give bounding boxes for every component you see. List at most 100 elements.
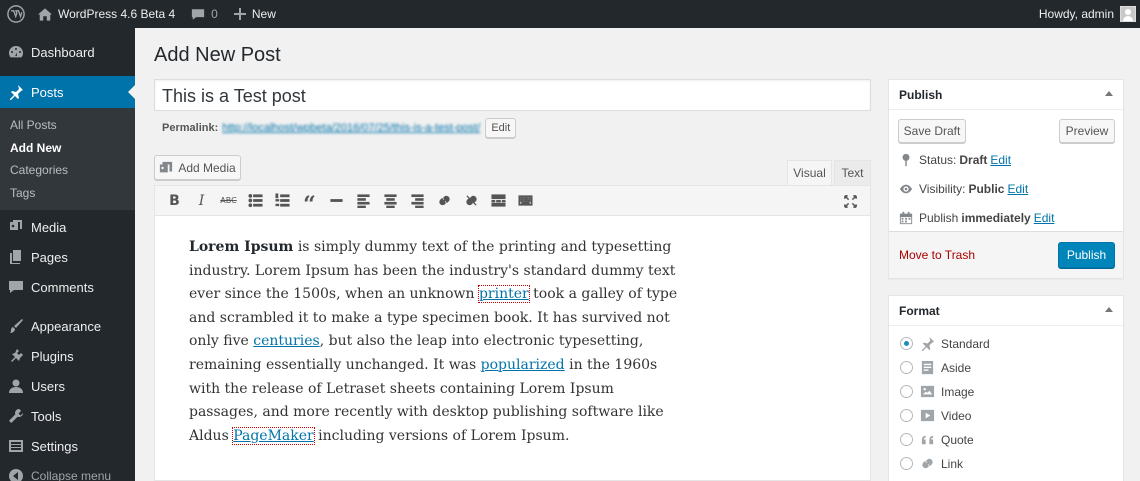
paintbrush-icon: [10, 319, 23, 333]
collapse-arrow-icon[interactable]: [1105, 307, 1113, 312]
edit-publish-time-link[interactable]: Edit: [1034, 211, 1055, 225]
publish-button[interactable]: Publish: [1058, 242, 1115, 268]
menu-plugins[interactable]: Plugins: [0, 341, 135, 371]
format-option-label: Video: [941, 408, 972, 423]
collapse-arrow-icon: [9, 469, 23, 481]
strikethrough-button[interactable]: ABC: [215, 189, 242, 213]
preview-button[interactable]: Preview: [1059, 119, 1115, 143]
new-content-link[interactable]: New: [226, 0, 284, 28]
comments-count: 0: [211, 7, 218, 21]
bullet-list-icon: [248, 193, 263, 208]
submenu-all-posts[interactable]: All Posts: [0, 114, 135, 137]
radio-button[interactable]: [900, 433, 913, 446]
edit-visibility-link[interactable]: Edit: [1007, 182, 1028, 196]
format-option-image[interactable]: Image: [900, 384, 974, 399]
content-link-pagemaker[interactable]: PageMaker: [232, 426, 315, 445]
radio-button[interactable]: [900, 385, 913, 398]
pages-icon: [10, 250, 21, 264]
new-label: New: [251, 7, 276, 21]
add-media-label: Add Media: [178, 160, 236, 175]
radio-button[interactable]: [900, 409, 913, 422]
radio-button[interactable]: [900, 457, 913, 470]
bullet-list-button[interactable]: [242, 189, 269, 213]
comments-link[interactable]: 0: [183, 0, 226, 28]
publish-time-value: immediately: [961, 211, 1031, 225]
menu-pages[interactable]: Pages: [0, 242, 135, 272]
fullscreen-icon: [844, 194, 857, 208]
menu-media[interactable]: Media: [0, 212, 135, 242]
save-draft-button[interactable]: Save Draft: [898, 119, 966, 143]
link-icon: [439, 195, 450, 206]
format-box-header[interactable]: Format: [889, 296, 1123, 326]
wordpress-logo-icon[interactable]: [2, 0, 30, 28]
menu-dashboard[interactable]: Dashboard: [0, 37, 135, 67]
permalink-url[interactable]: http://localhost/wpbeta/2016/07/25/this-…: [222, 122, 480, 134]
aside-icon: [921, 360, 934, 375]
menu-appearance-label: Appearance: [31, 318, 102, 334]
format-option-standard[interactable]: Standard: [900, 336, 990, 351]
menu-users-label: Users: [31, 378, 65, 394]
pushpin-icon: [10, 85, 23, 100]
site-name-link[interactable]: WordPress 4.6 Beta 4: [30, 0, 183, 28]
content-bold-text: Lorem Ipsum: [189, 239, 294, 255]
format-option-label: Link: [941, 456, 964, 471]
remove-link-button[interactable]: [458, 189, 485, 213]
submenu-add-new[interactable]: Add New: [0, 137, 135, 160]
post-title-input[interactable]: This is a Test post: [154, 79, 871, 111]
collapse-arrow-icon[interactable]: [1105, 91, 1113, 96]
menu-users[interactable]: Users: [0, 371, 135, 401]
plug-icon: [11, 349, 23, 362]
pin-icon: [902, 153, 910, 167]
menu-appearance[interactable]: Appearance: [0, 311, 135, 341]
status-value: Draft: [959, 153, 988, 167]
site-name: WordPress 4.6 Beta 4: [58, 7, 176, 21]
bold-button[interactable]: B: [161, 189, 188, 213]
fullscreen-button[interactable]: [837, 189, 864, 213]
read-more-button[interactable]: [485, 189, 512, 213]
submenu-categories[interactable]: Categories: [0, 159, 135, 182]
align-left-button[interactable]: [350, 189, 377, 213]
content-link-centuries[interactable]: centuries: [253, 333, 319, 349]
numbered-list-button[interactable]: [269, 189, 296, 213]
format-option-quote[interactable]: Quote: [900, 432, 974, 447]
editor-content[interactable]: Lorem Ipsum is simply dummy text of the …: [155, 216, 715, 468]
horizontal-line-button[interactable]: [323, 189, 350, 213]
move-to-trash-link[interactable]: Move to Trash: [899, 248, 975, 262]
menu-tools[interactable]: Tools: [0, 401, 135, 431]
menu-settings[interactable]: Settings: [0, 431, 135, 461]
italic-button[interactable]: I: [188, 189, 215, 213]
tab-visual[interactable]: Visual: [787, 160, 832, 185]
menu-separator: [0, 302, 135, 311]
format-option-aside[interactable]: Aside: [900, 360, 971, 375]
add-media-button[interactable]: Add Media: [154, 155, 241, 180]
edit-slug-button[interactable]: Edit: [485, 118, 517, 138]
admin-bar: WordPress 4.6 Beta 4 0 New Howdy, admin: [0, 0, 1140, 28]
align-right-button[interactable]: [404, 189, 431, 213]
content-link-printer[interactable]: printer: [477, 285, 530, 304]
menu-comments-label: Comments: [31, 279, 94, 295]
my-account-link[interactable]: Howdy, admin: [1031, 0, 1140, 28]
status-row: Status: Draft Edit: [899, 153, 1011, 167]
posts-submenu: All Posts Add New Categories Tags: [0, 108, 135, 210]
submenu-tags[interactable]: Tags: [0, 182, 135, 205]
toolbar-toggle-button[interactable]: [512, 189, 539, 213]
tab-text[interactable]: Text: [834, 160, 871, 185]
format-option-video[interactable]: Video: [900, 408, 971, 423]
radio-button[interactable]: [900, 337, 913, 350]
menu-comments[interactable]: Comments: [0, 272, 135, 302]
blockquote-button[interactable]: “: [296, 189, 323, 216]
calendar-icon: [899, 211, 913, 225]
align-center-button[interactable]: [377, 189, 404, 213]
insert-link-button[interactable]: [431, 189, 458, 213]
publish-box-header[interactable]: Publish: [889, 80, 1123, 110]
radio-button[interactable]: [900, 361, 913, 374]
media-icon: [160, 161, 173, 172]
collapse-menu-button[interactable]: Collapse menu: [0, 461, 135, 481]
page-title: Add New Post: [154, 44, 281, 66]
content-link-popularized[interactable]: popularized: [481, 357, 565, 373]
edit-status-link[interactable]: Edit: [990, 153, 1011, 167]
format-option-link[interactable]: Link: [900, 456, 963, 471]
comment-bubble-icon: [192, 8, 205, 20]
format-box: Format Standard Aside Image Video Quote …: [888, 295, 1124, 481]
menu-posts[interactable]: Posts: [0, 76, 135, 108]
